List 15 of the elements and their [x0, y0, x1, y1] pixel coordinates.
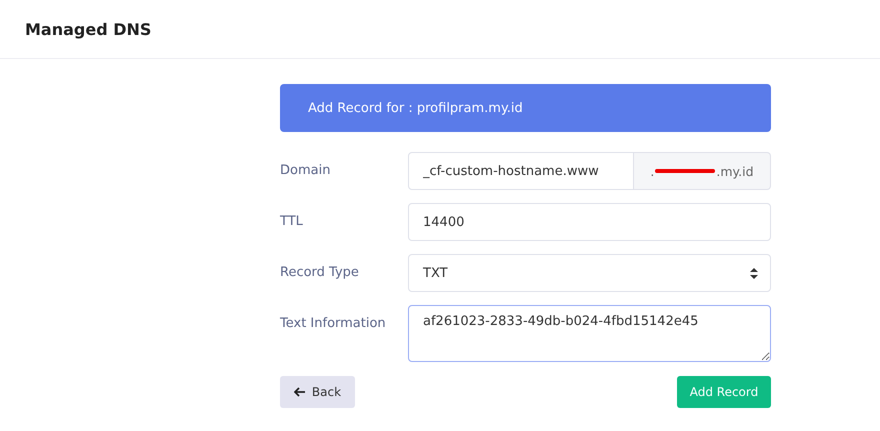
field-label: Record Type — [280, 264, 360, 282]
back-button[interactable]: Back — [280, 376, 355, 408]
domain-suffix: .my.id — [716, 164, 754, 178]
field-label: TTL — [280, 213, 304, 231]
field-label: Text Information — [280, 315, 387, 333]
arrow-left-icon — [294, 387, 306, 397]
field-label: Domain — [280, 162, 332, 180]
sort-icon — [750, 268, 758, 278]
input-field[interactable]: 14400 — [408, 203, 771, 241]
page-title: Managed DNS — [25, 20, 152, 38]
domain-input[interactable]: _cf-custom-hostname.www — [408, 152, 634, 190]
select-field[interactable]: TXT — [408, 254, 771, 292]
domain-suffix: . — [650, 164, 654, 178]
form-banner: Add Record for : profilpram.my.id — [280, 84, 771, 132]
text-area[interactable]: af261023-2833-49db-b024-4fbd15142e45 — [408, 305, 771, 362]
